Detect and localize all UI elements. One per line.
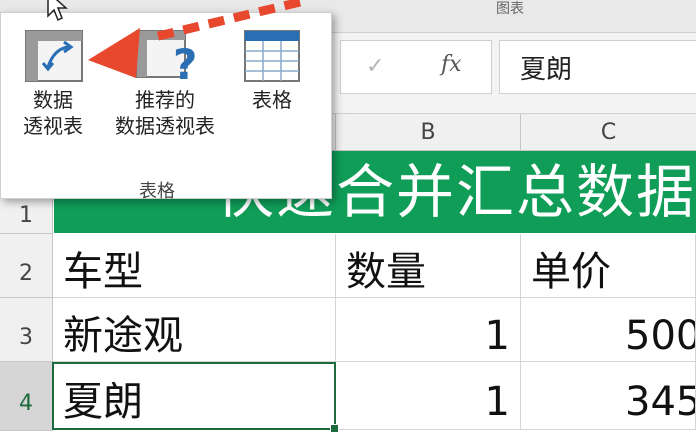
- red-arrow-annotation: [88, 0, 302, 78]
- mouse-cursor-icon: [47, 0, 68, 22]
